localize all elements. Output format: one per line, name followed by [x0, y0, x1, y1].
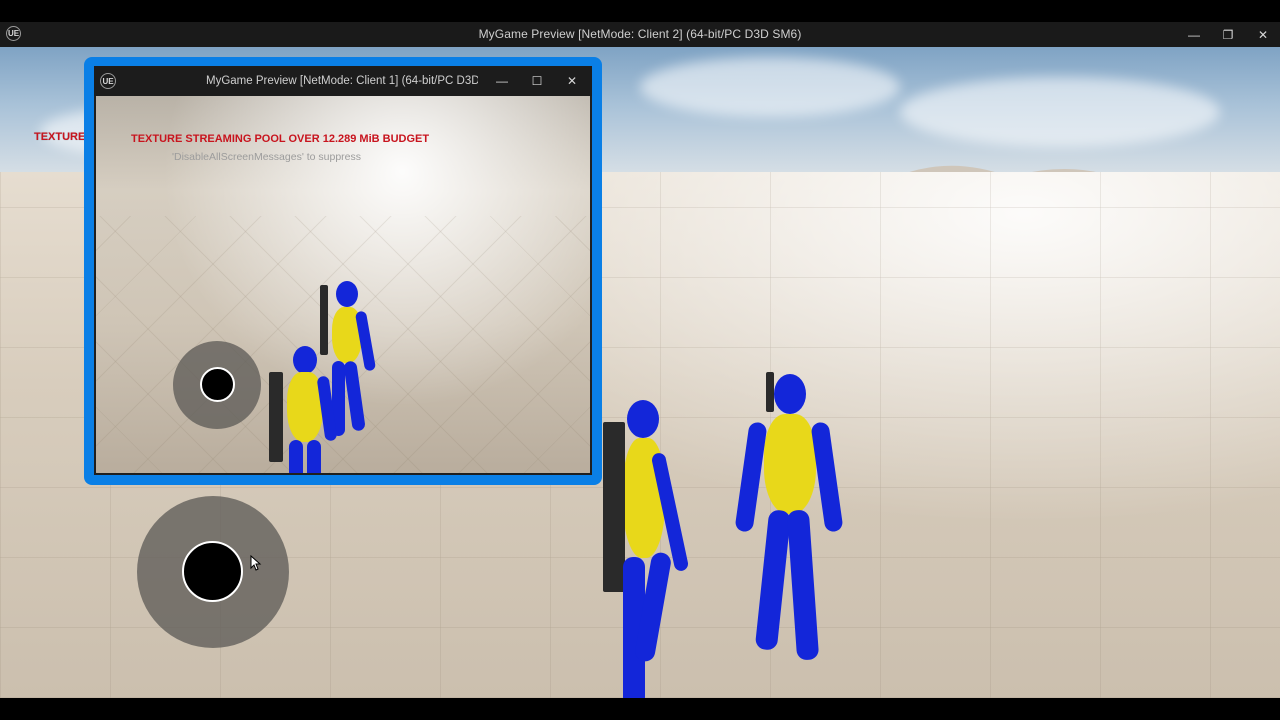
main-window-title: MyGame Preview [NetMode: Client 2] (64-b… [478, 27, 802, 41]
close-button[interactable]: ✕ [1246, 22, 1280, 47]
inset-character-back [261, 346, 351, 473]
texture-streaming-warning: TEXTURE STREAMING POOL OVER 12.289 MiB B… [131, 133, 430, 145]
suppress-hint-text: 'DisableAllScreenMessages' to suppress [172, 151, 362, 163]
inset-window-title: MyGame Preview [NetMode: Client 1] (64-b… [206, 75, 478, 87]
client1-preview-window: UE MyGame Preview [NetMode: Client 1] (6… [94, 66, 592, 475]
minimize-button[interactable]: — [1177, 22, 1211, 47]
restore-button[interactable]: ❐ [1211, 22, 1245, 47]
inset-joystick-thumb[interactable] [200, 367, 235, 402]
texture-warning-message: TEXTURE [34, 131, 86, 143]
letterbox-bottom [0, 698, 1280, 720]
inset-game-viewport[interactable]: TEXTURE STREAMING POOL OVER 12.289 MiB B… [96, 96, 590, 473]
virtual-joystick-thumb[interactable] [182, 541, 243, 602]
main-titlebar[interactable]: UE MyGame Preview [NetMode: Client 2] (6… [0, 22, 1280, 47]
letterbox-top [0, 0, 1280, 22]
inset-close-button[interactable]: ✕ [555, 66, 589, 96]
inset-minimize-button[interactable]: — [485, 66, 519, 96]
player-character-front [728, 372, 844, 667]
inset-maximize-button[interactable]: ☐ [520, 66, 554, 96]
inset-titlebar[interactable]: UE MyGame Preview [NetMode: Client 1] (6… [94, 66, 592, 96]
mouse-cursor-icon [250, 555, 262, 571]
unreal-logo-icon: UE [100, 73, 116, 89]
